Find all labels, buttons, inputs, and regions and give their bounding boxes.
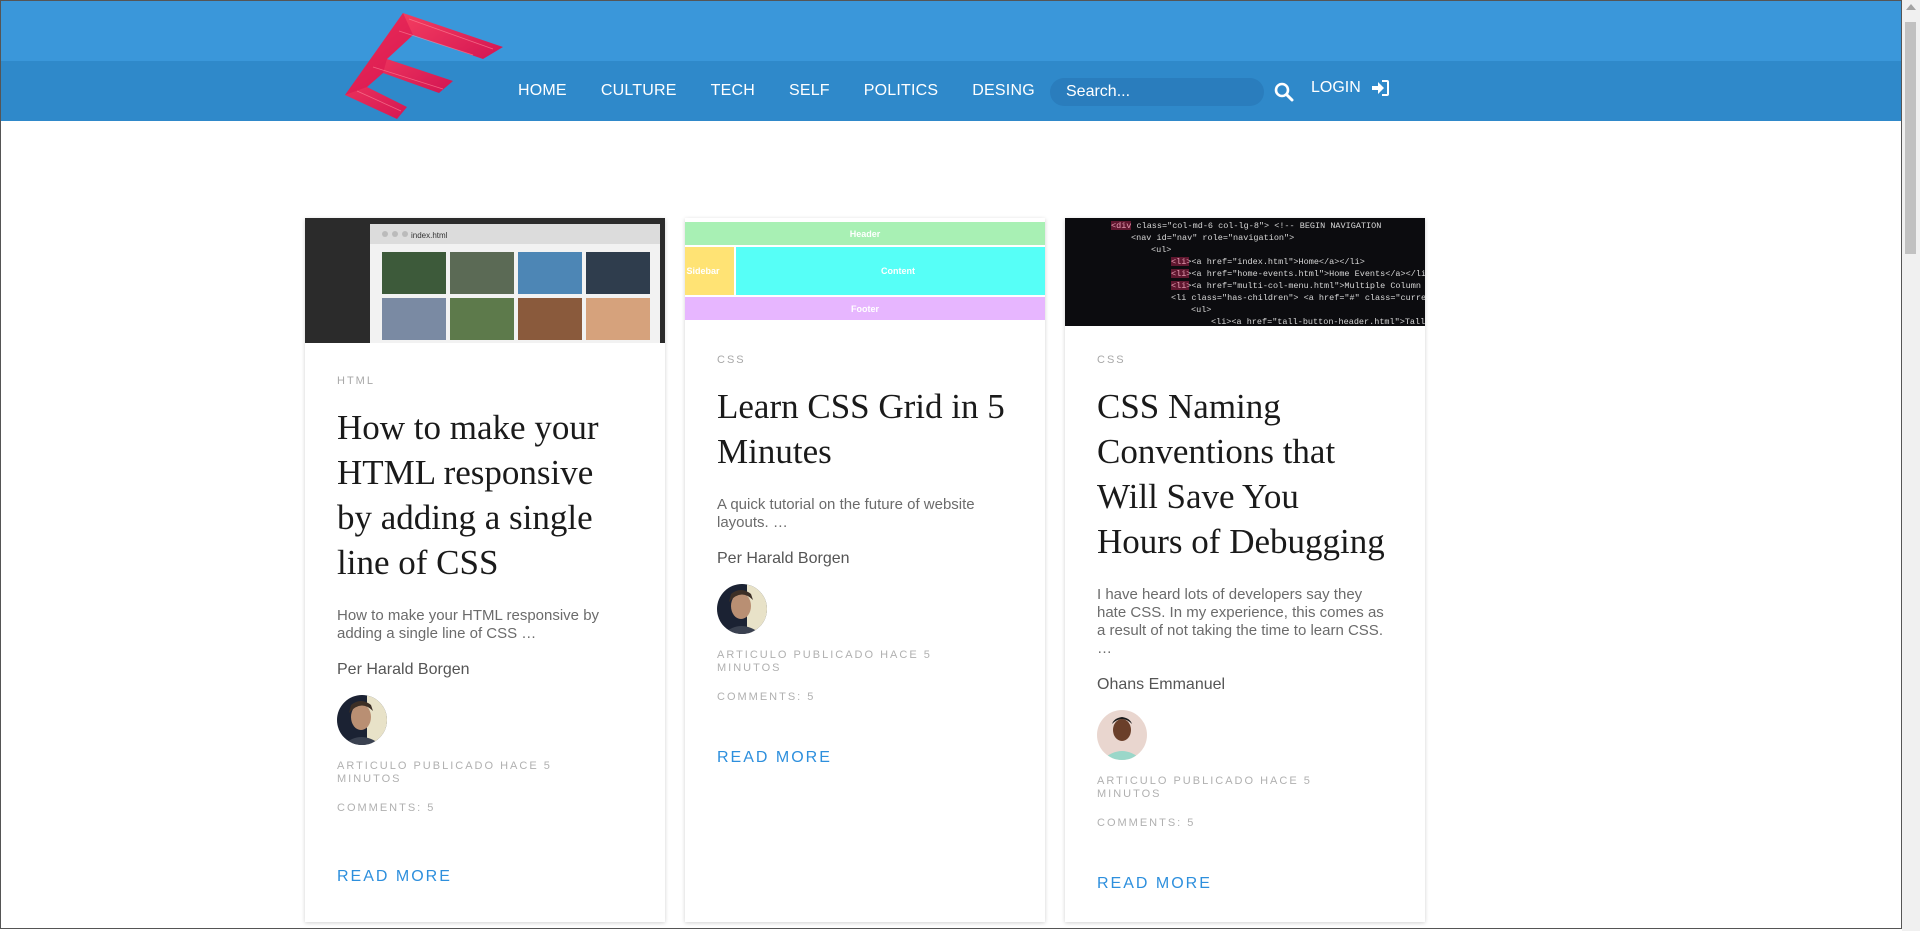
code-line: <li><a href="home-events.html">Home Even…	[1171, 269, 1425, 279]
article-title[interactable]: How to make your HTML responsive by addi…	[337, 405, 633, 585]
article-author: Per Harald Borgen	[337, 661, 470, 678]
code-line: <li><a href="tall-button-header.html">Ta…	[1211, 317, 1425, 326]
login-label: LOGIN	[1311, 79, 1361, 96]
grid-footer-label: Footer	[851, 304, 879, 314]
scroll-up-icon[interactable]	[1906, 4, 1916, 10]
code-line: <nav id="nav" role="navigation">	[1131, 233, 1294, 243]
nav-desing[interactable]: DESING	[972, 82, 1035, 100]
article-category[interactable]: CSS	[1097, 354, 1393, 366]
comments-count[interactable]: COMMENTS: 5	[717, 691, 1013, 703]
comments-count[interactable]: COMMENTS: 5	[1097, 817, 1393, 829]
published-time: ARTICULO PUBLICADO HACE 5 MINUTOS	[337, 760, 552, 785]
top-bar	[1, 1, 1901, 61]
article-card: index.html HTML How to make your HTML re…	[305, 218, 665, 922]
article-title[interactable]: CSS Naming Conventions that Will Save Yo…	[1097, 384, 1393, 564]
image-window-title: index.html	[411, 231, 448, 240]
published-time: ARTICULO PUBLICADO HACE 5 MINUTOS	[1097, 775, 1312, 800]
author-avatar	[717, 584, 767, 634]
article-title[interactable]: Learn CSS Grid in 5 Minutes	[717, 384, 1013, 474]
nav-culture[interactable]: CULTURE	[601, 82, 677, 100]
article-category[interactable]: CSS	[717, 354, 1013, 366]
search-input[interactable]	[1050, 78, 1264, 106]
code-line: <li><a href="multi-col-menu.html">Multip…	[1171, 281, 1425, 291]
article-author: Per Harald Borgen	[717, 550, 850, 567]
code-line: <div class="col-md-6 col-lg-8"> <!-- BEG…	[1111, 221, 1381, 231]
grid-sidebar-label: Sidebar	[686, 266, 720, 276]
nav-tech[interactable]: TECH	[711, 82, 755, 100]
code-line: <ul>	[1191, 305, 1211, 315]
author-avatar	[1097, 710, 1147, 760]
article-image-code[interactable]: <div class="col-md-6 col-lg-8"> <!-- BEG…	[1065, 218, 1425, 326]
read-more-link[interactable]: READ MORE	[337, 868, 452, 886]
article-card: Header Sidebar Content Footer CSS Learn …	[685, 218, 1045, 922]
browser-viewport: HOME CULTURE TECH SELF POLITICS DESING L…	[0, 0, 1902, 929]
article-card: <div class="col-md-6 col-lg-8"> <!-- BEG…	[1065, 218, 1425, 922]
nav-home[interactable]: HOME	[518, 82, 567, 100]
article-excerpt: A quick tutorial on the future of websit…	[717, 496, 975, 531]
main-nav: HOME CULTURE TECH SELF POLITICS DESING	[501, 61, 1052, 121]
site-logo[interactable]	[343, 7, 503, 121]
read-more-link[interactable]: READ MORE	[1097, 875, 1212, 893]
published-time: ARTICULO PUBLICADO HACE 5 MINUTOS	[717, 649, 932, 674]
code-line: <li class="has-children"> <a href="#" cl…	[1171, 293, 1425, 303]
article-image-css-grid[interactable]: Header Sidebar Content Footer	[685, 218, 1045, 326]
article-image-html[interactable]: index.html	[305, 218, 665, 343]
nav-politics[interactable]: POLITICS	[864, 82, 939, 100]
article-author: Ohans Emmanuel	[1097, 676, 1226, 693]
article-excerpt: I have heard lots of developers say they…	[1097, 586, 1384, 657]
login-link[interactable]: LOGIN	[1311, 79, 1389, 97]
article-category[interactable]: HTML	[337, 375, 633, 387]
grid-header-label: Header	[850, 229, 881, 239]
search-icon[interactable]	[1273, 81, 1295, 103]
code-line: <ul>	[1151, 245, 1171, 255]
read-more-link[interactable]: READ MORE	[717, 749, 832, 767]
article-excerpt: How to make your HTML responsive by addi…	[337, 607, 600, 642]
search-box	[1050, 78, 1264, 106]
author-avatar	[337, 695, 387, 745]
scrollbar-thumb[interactable]	[1905, 22, 1916, 254]
comments-count[interactable]: COMMENTS: 5	[337, 802, 633, 814]
grid-content-label: Content	[881, 266, 915, 276]
nav-self[interactable]: SELF	[789, 82, 830, 100]
sign-in-icon	[1371, 80, 1389, 96]
code-line: <li><a href="index.html">Home</a></li>	[1171, 257, 1365, 267]
